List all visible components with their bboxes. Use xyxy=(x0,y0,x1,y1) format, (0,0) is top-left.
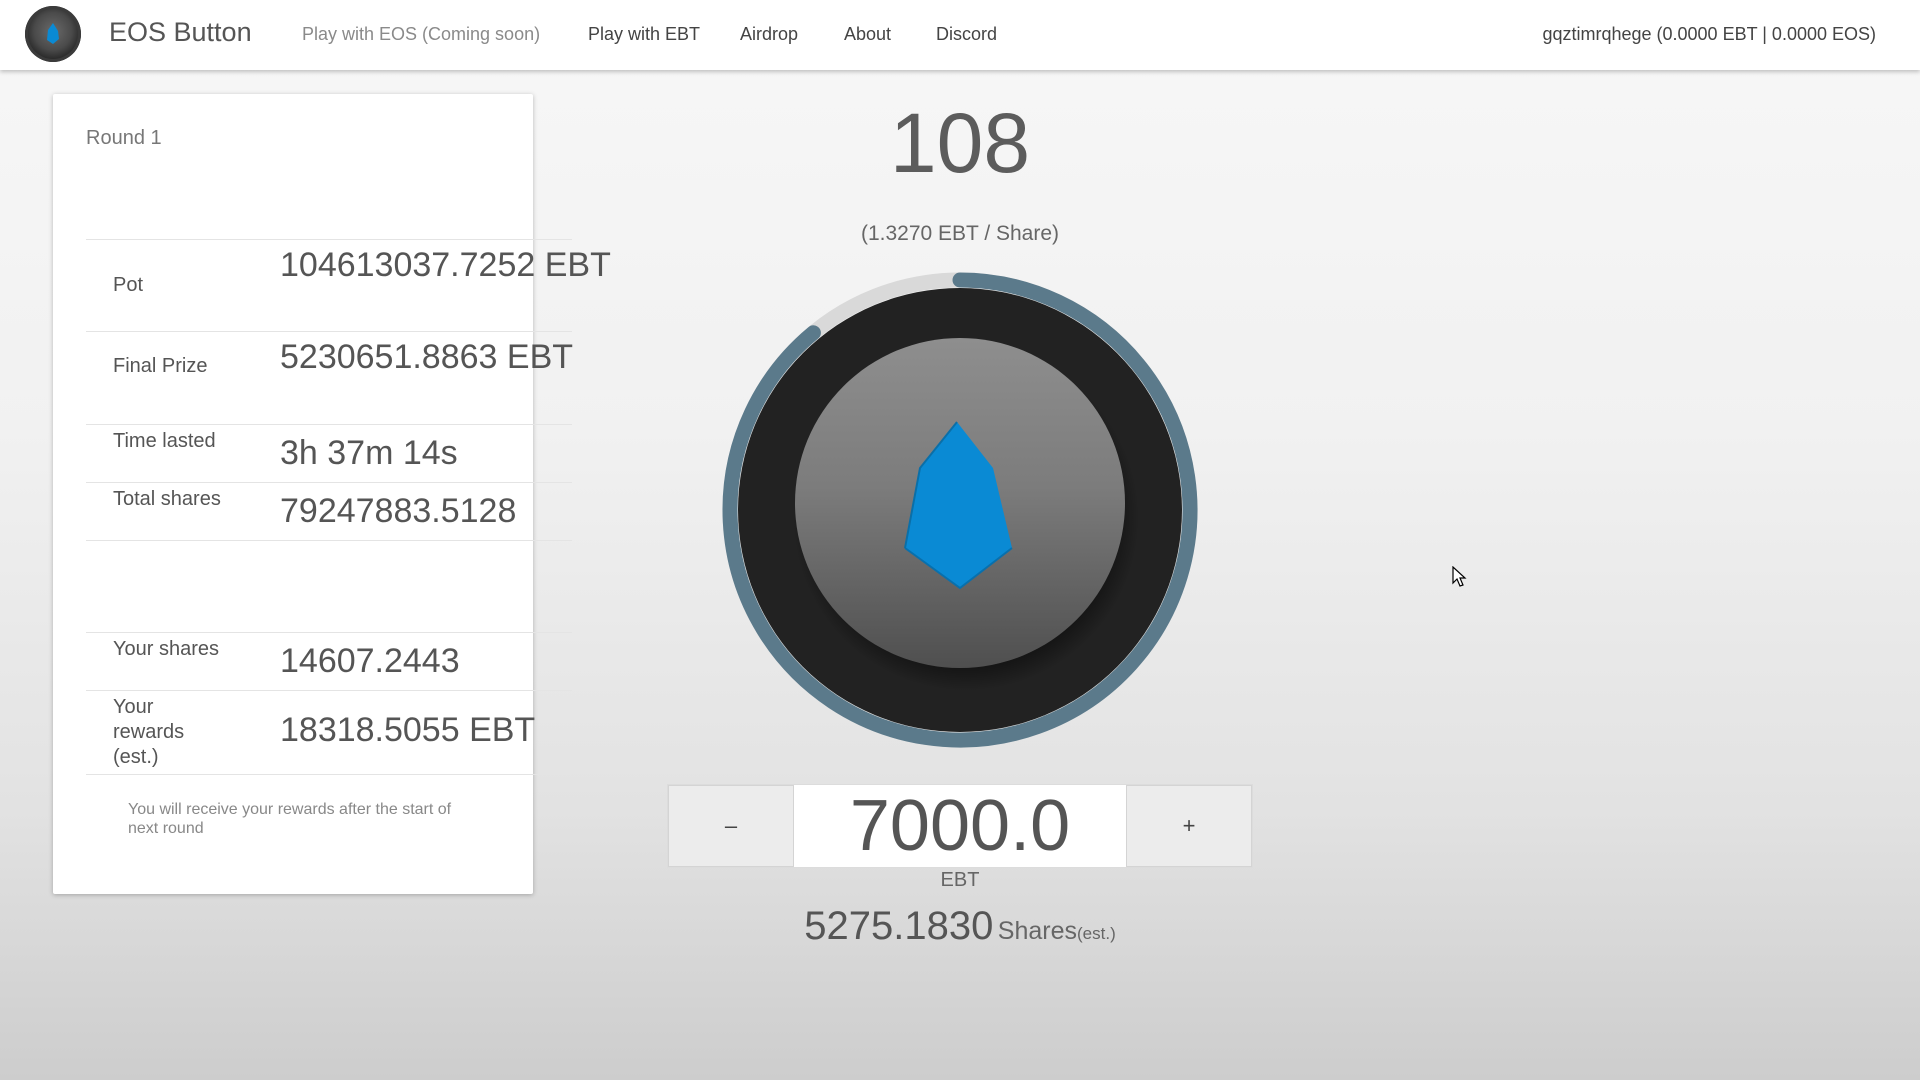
nav-play-with-ebt[interactable]: Play with EBT xyxy=(588,24,700,45)
round-title: Round 1 xyxy=(86,127,162,149)
stat-row-spacer xyxy=(86,540,572,633)
stat-label: Final Prize xyxy=(113,355,208,377)
stat-label: Total shares xyxy=(113,488,221,510)
stat-value: 5230651.8863 EBT xyxy=(280,338,574,376)
stat-label: Time lasted xyxy=(113,430,216,452)
round-info-card: Round 1 Pot 104613037.7252 EBT Final Pri… xyxy=(53,94,611,894)
stat-label: Your rewards (est.) xyxy=(113,696,185,768)
countdown-counter: 108 xyxy=(889,96,1031,190)
brand-title[interactable]: EOS Button xyxy=(109,17,252,48)
nav-discord[interactable]: Discord xyxy=(936,24,997,45)
stat-value: 14607.2443 xyxy=(280,642,460,680)
bet-unit-label: EBT xyxy=(940,869,980,891)
stat-row-total-shares: Total shares 79247883.5128 xyxy=(86,482,572,541)
increment-button[interactable]: + xyxy=(1126,785,1252,867)
account-balance[interactable]: gqztimrqhege (0.0000 EBT | 0.0000 EOS) xyxy=(1542,24,1876,45)
app-logo-icon[interactable] xyxy=(25,6,81,62)
stat-row-your-shares: Your shares 14607.2443 xyxy=(86,632,572,691)
nav-about[interactable]: About xyxy=(844,24,891,45)
eos-big-button[interactable] xyxy=(720,270,1200,750)
bet-amount-control: – + xyxy=(667,784,1253,868)
share-price: (1.3270 EBT / Share) xyxy=(860,222,1060,245)
nav-airdrop[interactable]: Airdrop xyxy=(740,24,798,45)
stat-row-your-rewards: Your rewards (est.) 18318.5055 EBT xyxy=(86,690,572,775)
stat-value: 18318.5055 EBT xyxy=(280,711,536,749)
decrement-button[interactable]: – xyxy=(668,785,794,867)
stat-row-pot: Pot 104613037.7252 EBT xyxy=(86,239,611,332)
estimated-shares: 5275.1830 Shares(est.) xyxy=(700,904,1220,949)
stat-label: Pot xyxy=(113,274,144,296)
mouse-cursor-icon xyxy=(1452,565,1468,593)
shares-estimate-suffix: (est.) xyxy=(1077,924,1116,943)
stat-value: 104613037.7252 EBT xyxy=(280,246,611,284)
rewards-note: You will receive your rewards after the … xyxy=(128,801,452,837)
shares-estimate-label: Shares xyxy=(997,917,1078,945)
shares-estimate-value: 5275.1830 xyxy=(804,904,994,948)
stat-row-final-prize: Final Prize 5230651.8863 EBT xyxy=(86,331,574,425)
top-navbar: EOS Button Play with EOS (Coming soon) P… xyxy=(0,0,1920,70)
stat-value: 79247883.5128 xyxy=(280,492,517,530)
stat-row-time-lasted: Time lasted 3h 37m 14s xyxy=(86,424,572,483)
stat-label: Your shares xyxy=(113,638,219,660)
stat-value: 3h 37m 14s xyxy=(280,434,458,472)
bet-amount-input[interactable] xyxy=(794,785,1126,867)
nav-play-with-eos[interactable]: Play with EOS (Coming soon) xyxy=(302,24,540,45)
